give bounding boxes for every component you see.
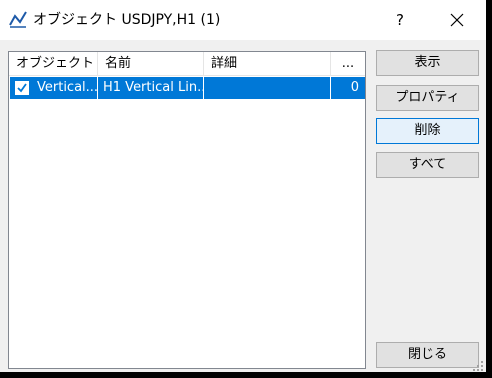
close-icon: [450, 13, 464, 27]
row-name-cell: H1 Vertical Lin...: [98, 77, 204, 99]
window-title: オブジェクト USDJPY,H1 (1): [33, 12, 221, 28]
column-header-detail[interactable]: 詳細: [204, 52, 331, 76]
close-window-button[interactable]: [440, 5, 474, 35]
row-count-cell: 0: [350, 80, 359, 95]
window-edge: [0, 372, 492, 378]
help-button[interactable]: ?: [383, 5, 417, 35]
properties-button[interactable]: プロパティ: [376, 85, 479, 111]
column-header-more[interactable]: ...: [331, 52, 365, 76]
resize-grip-icon[interactable]: [472, 360, 484, 372]
row-object-cell: Vertical...: [10, 77, 98, 99]
objects-list[interactable]: オブジェクト 名前 詳細 ... Vertical... H1 Vertical…: [8, 51, 366, 369]
select-all-button[interactable]: すべて: [376, 152, 479, 178]
list-header: オブジェクト 名前 詳細 ...: [9, 52, 365, 76]
window-edge: [486, 0, 492, 378]
table-row[interactable]: Vertical... H1 Vertical Lin... 0: [10, 77, 365, 99]
column-header-object[interactable]: オブジェクト: [9, 52, 98, 76]
chart-line-icon: [9, 10, 27, 28]
show-button[interactable]: 表示: [376, 50, 479, 76]
row-detail-cell: [204, 77, 331, 99]
delete-button[interactable]: 削除: [376, 118, 479, 144]
close-button[interactable]: 閉じる: [376, 342, 479, 368]
title-bar: オブジェクト USDJPY,H1 (1) ?: [0, 0, 486, 40]
objects-dialog: オブジェクト USDJPY,H1 (1) ? オブジェクト 名前 詳細 ... …: [0, 0, 492, 378]
column-header-name[interactable]: 名前: [98, 52, 204, 76]
